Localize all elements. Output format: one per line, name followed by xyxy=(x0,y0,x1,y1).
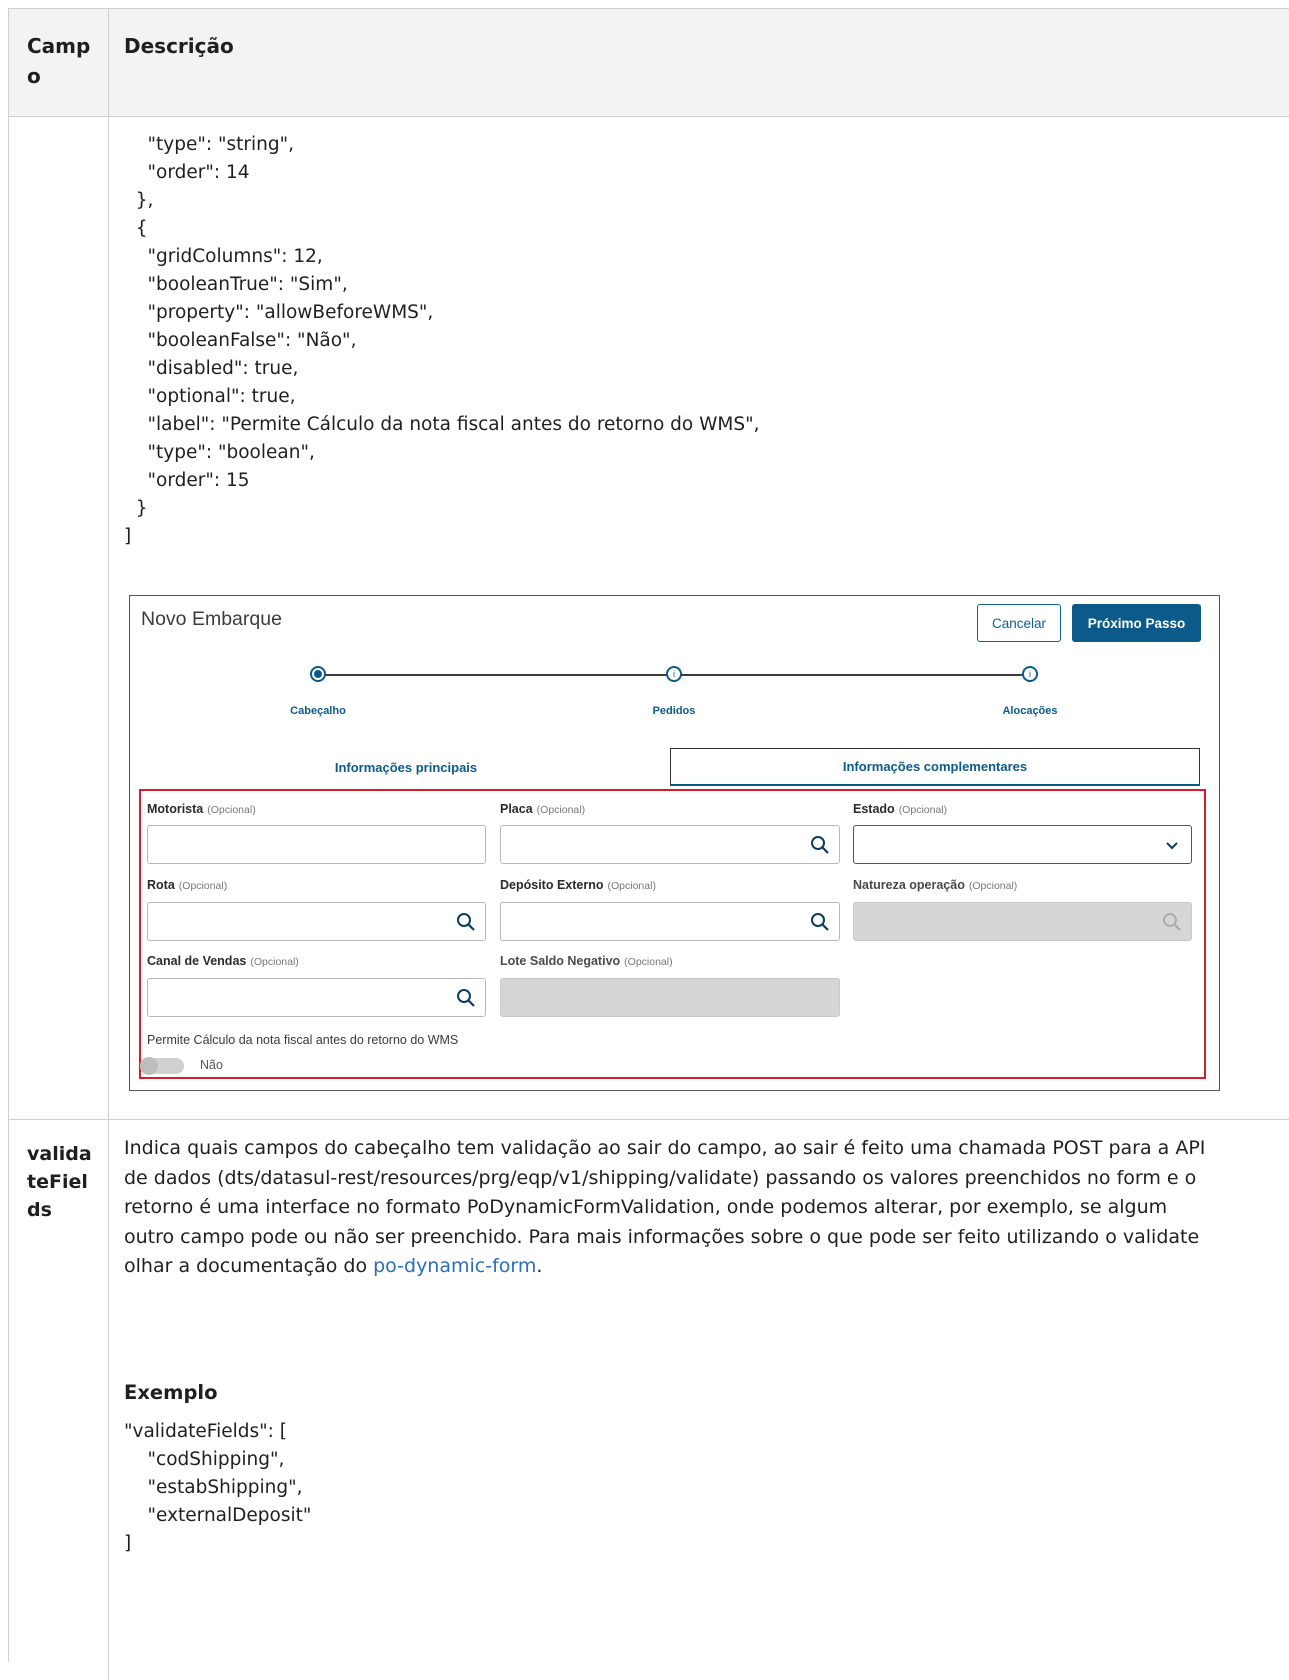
estado-label: Estado (Opcional) xyxy=(853,802,948,816)
code-line: ] xyxy=(124,526,132,547)
field-name: validateFields xyxy=(27,1143,92,1221)
search-icon[interactable] xyxy=(810,912,830,932)
code-line: "property": "allowBeforeWMS", xyxy=(147,302,434,323)
lote-saldo-negativo-label: Lote Saldo Negativo (Opcional) xyxy=(500,954,673,968)
search-icon[interactable] xyxy=(456,988,476,1008)
description-end: . xyxy=(536,1255,543,1278)
header-field: Campo xyxy=(27,34,91,88)
code-line: "validateFields": [ xyxy=(124,1421,287,1442)
lote-saldo-negativo-field xyxy=(500,978,840,1017)
search-icon[interactable] xyxy=(456,912,476,932)
allow-before-wms-toggle xyxy=(140,1057,184,1075)
description-text: Indica quais campos do cabeçalho tem val… xyxy=(124,1137,1206,1278)
toggle-value-text: Não xyxy=(200,1058,223,1072)
deposito-externo-field[interactable] xyxy=(500,902,840,941)
page-title: Novo Embarque xyxy=(141,608,282,630)
table-row: "type": "string", "order": 14 }, { "grid… xyxy=(9,117,1289,1120)
step-label[interactable]: Alocações xyxy=(970,705,1090,717)
code-line: "type": "string", xyxy=(147,134,294,155)
code-line: "order": 15 xyxy=(147,470,250,491)
table-row: validateFields Indica quais campos do ca… xyxy=(9,1120,1289,1680)
step-label[interactable]: Cabeçalho xyxy=(258,705,378,717)
step-info-icon[interactable] xyxy=(1022,666,1038,682)
header-description: Descrição xyxy=(124,34,234,58)
cancel-button[interactable]: Cancelar xyxy=(977,604,1061,642)
chevron-down-icon xyxy=(1166,842,1178,850)
code-line: "label": "Permite Cálculo da nota fiscal… xyxy=(147,414,760,435)
deposito-externo-label: Depósito Externo (Opcional) xyxy=(500,878,656,892)
next-step-button[interactable]: Próximo Passo xyxy=(1072,604,1201,642)
estado-select[interactable] xyxy=(853,825,1192,864)
code-line: }, xyxy=(135,190,154,211)
column-divider xyxy=(108,1120,109,1680)
code-line: "booleanTrue": "Sim", xyxy=(147,274,348,295)
rota-label: Rota (Opcional) xyxy=(147,878,228,892)
placa-field[interactable] xyxy=(500,825,840,864)
search-icon[interactable] xyxy=(810,835,830,855)
table-header-row: Campo Descrição xyxy=(9,9,1289,117)
stepper-line xyxy=(681,674,1022,676)
stepper-line xyxy=(325,674,666,676)
code-line: { xyxy=(135,218,148,239)
code-line: "order": 14 xyxy=(147,162,250,183)
column-divider xyxy=(108,9,109,116)
code-line: "codShipping", xyxy=(147,1449,285,1470)
search-icon xyxy=(1163,913,1181,931)
column-divider xyxy=(108,117,109,1119)
code-line: "booleanFalse": "Não", xyxy=(147,330,357,351)
field-description: Indica quais campos do cabeçalho tem val… xyxy=(124,1134,1219,1282)
example-heading: Exemplo xyxy=(124,1381,218,1404)
code-line: "type": "boolean", xyxy=(147,442,315,463)
code-line: "externalDeposit" xyxy=(147,1505,312,1526)
step-label[interactable]: Pedidos xyxy=(614,705,734,717)
json-code-block: "validateFields": [ "codShipping", "esta… xyxy=(124,1418,311,1558)
boolean-field-label: Permite Cálculo da nota fiscal antes do … xyxy=(147,1033,459,1047)
code-line: } xyxy=(135,498,148,519)
documentation-table: Campo Descrição "type": "string", "order… xyxy=(8,8,1289,1680)
tab-informacoes-complementares[interactable]: Informações complementares xyxy=(670,748,1200,786)
code-line: "optional": true, xyxy=(147,386,296,407)
canal-vendas-field[interactable] xyxy=(147,978,486,1017)
motorista-label: Motorista (Opcional) xyxy=(147,802,256,816)
form-screenshot: Novo Embarque Cancelar Próximo Passo Cab… xyxy=(129,595,1220,1091)
placa-label: Placa (Opcional) xyxy=(500,802,586,816)
canal-vendas-label: Canal de Vendas (Opcional) xyxy=(147,954,299,968)
rota-field[interactable] xyxy=(147,902,486,941)
step-active-icon[interactable] xyxy=(310,666,326,682)
tab-informacoes-principais[interactable]: Informações principais xyxy=(141,748,671,786)
toggle-knob xyxy=(140,1057,158,1075)
po-dynamic-form-link[interactable]: po-dynamic-form xyxy=(373,1255,536,1277)
json-code-block: "type": "string", "order": 14 }, { "grid… xyxy=(124,131,760,551)
code-line: ] xyxy=(124,1533,132,1554)
step-info-icon[interactable] xyxy=(666,666,682,682)
code-line: "estabShipping", xyxy=(147,1477,303,1498)
natureza-operacao-label: Natureza operação (Opcional) xyxy=(853,878,1018,892)
natureza-operacao-field xyxy=(853,902,1192,941)
motorista-field[interactable] xyxy=(147,825,486,864)
code-line: "gridColumns": 12, xyxy=(147,246,323,267)
code-line: "disabled": true, xyxy=(147,358,299,379)
